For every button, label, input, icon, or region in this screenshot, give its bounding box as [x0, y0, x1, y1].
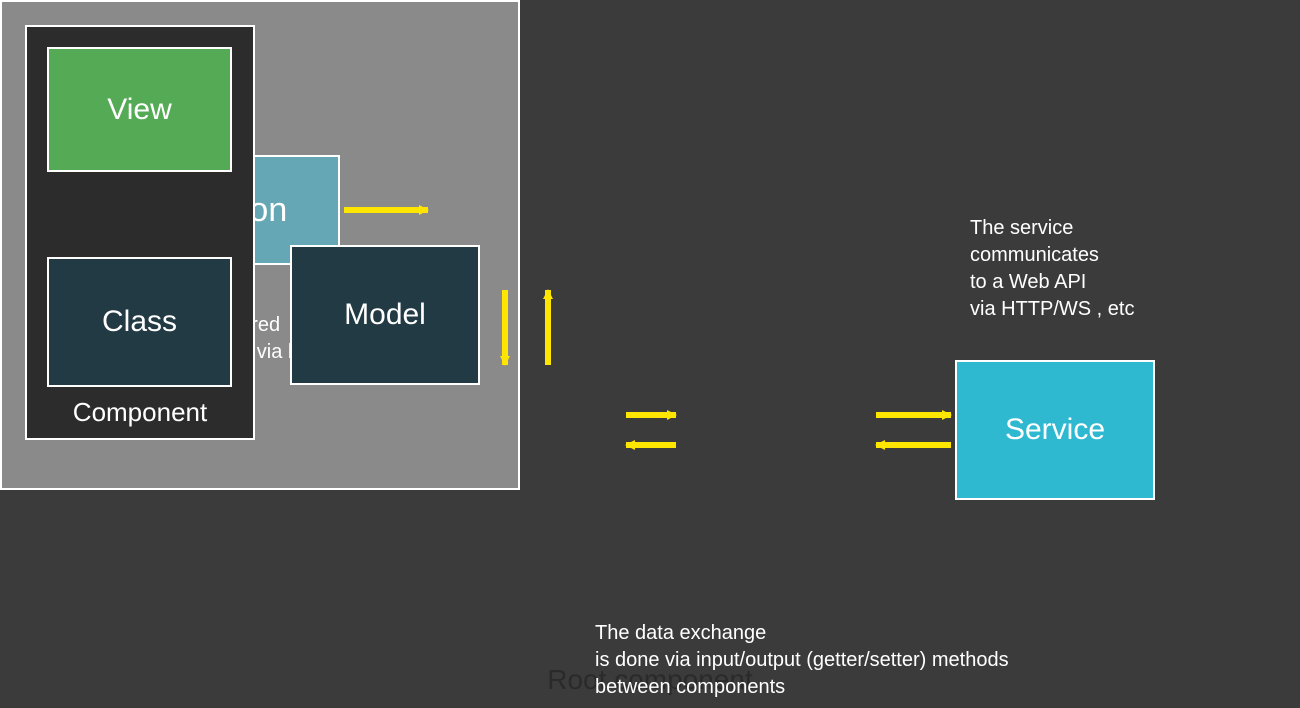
class-box: Class — [47, 257, 232, 387]
data-exchange-caption: The data exchangeis done via input/outpu… — [595, 620, 1009, 701]
view-box: View — [47, 47, 232, 172]
service-box: Service — [955, 360, 1155, 500]
model-box: Model — [290, 245, 480, 385]
model-label: Model — [344, 298, 426, 332]
view-label: View — [107, 93, 171, 127]
component-label: Component — [73, 397, 207, 428]
service-caption: The servicecommunicatesto a Web APIvia H… — [970, 215, 1134, 323]
component-box: Component View Class — [25, 25, 255, 440]
class-label: Class — [102, 305, 177, 339]
service-label: Service — [1005, 413, 1105, 447]
diagram-canvas: Action Events are firedand updated via b… — [0, 0, 1300, 708]
